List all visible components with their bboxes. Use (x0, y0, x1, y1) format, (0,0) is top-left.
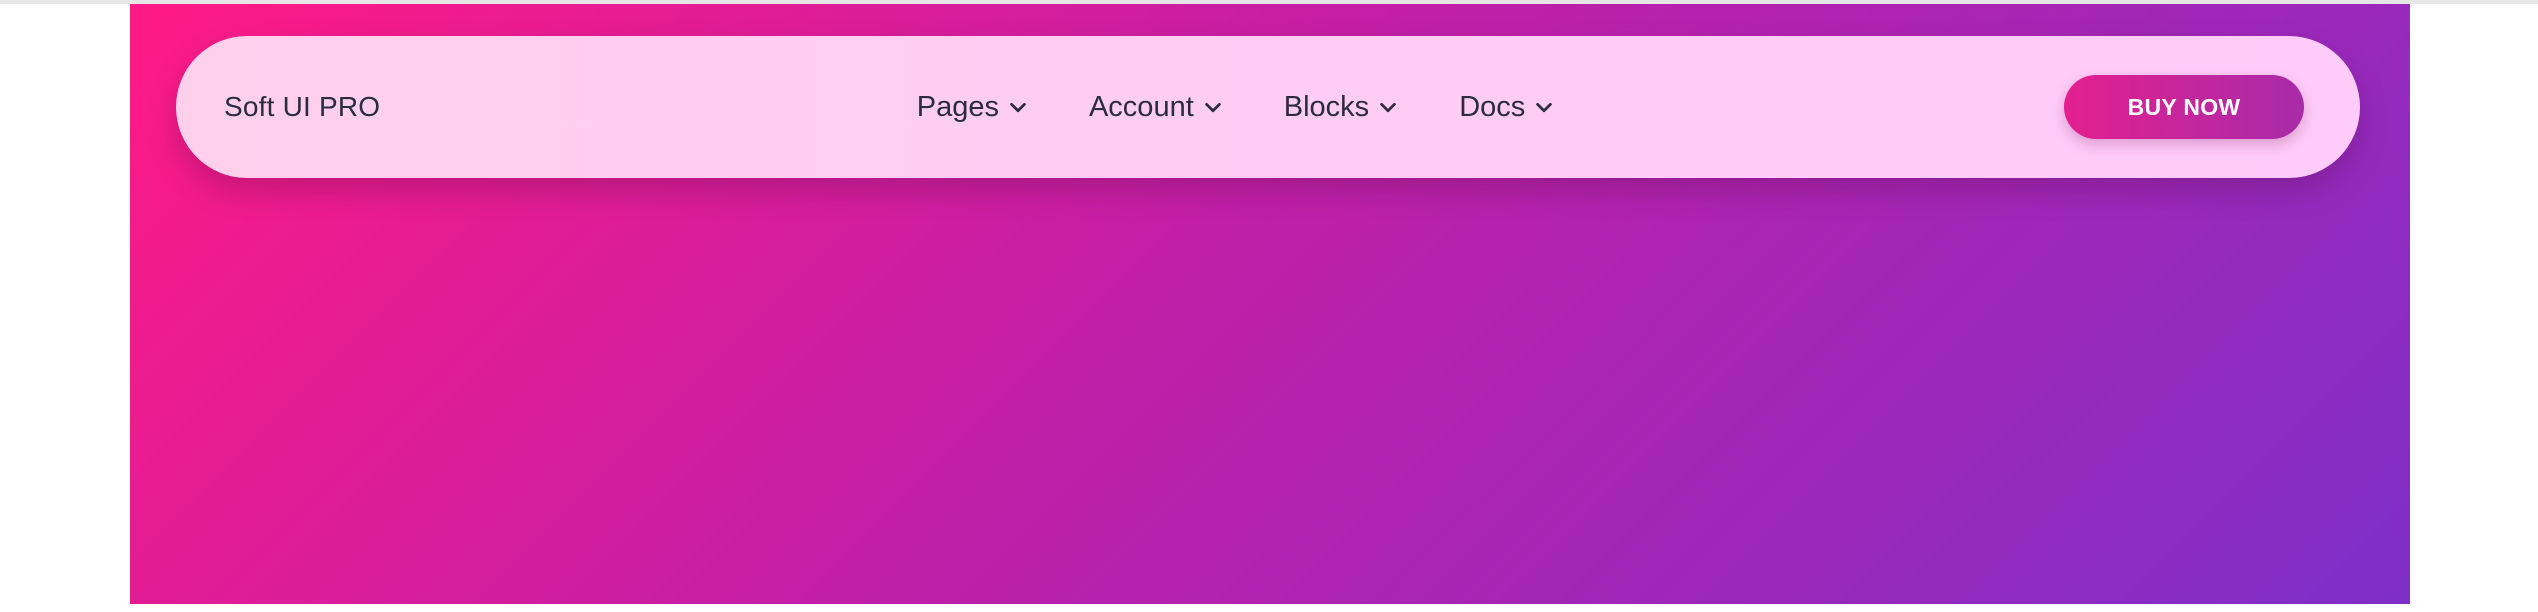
nav-item-label: Account (1088, 90, 1194, 123)
nav-item-label: Blocks (1283, 90, 1370, 123)
nav-menu: Pages Account Blocks Docs (176, 36, 2360, 178)
chevron-down-icon (1204, 102, 1221, 113)
hero-section: Soft UI PRO Pages Account Blocks Docs BU… (130, 4, 2410, 604)
nav-item-docs[interactable]: Docs (1459, 91, 1555, 124)
nav-item-pages[interactable]: Pages (917, 91, 1029, 124)
brand-link[interactable]: Soft UI PRO (224, 91, 380, 123)
nav-item-account[interactable]: Account (1089, 91, 1224, 124)
chevron-down-icon (1010, 102, 1026, 113)
nav-item-label: Pages (916, 90, 999, 123)
nav-item-label: Docs (1459, 90, 1526, 123)
buy-now-button[interactable]: BUY NOW (2064, 75, 2304, 139)
navbar: Soft UI PRO Pages Account Blocks Docs BU… (176, 36, 2360, 178)
nav-item-blocks[interactable]: Blocks (1284, 91, 1399, 124)
chevron-down-icon (1536, 102, 1553, 113)
chevron-down-icon (1380, 102, 1396, 113)
